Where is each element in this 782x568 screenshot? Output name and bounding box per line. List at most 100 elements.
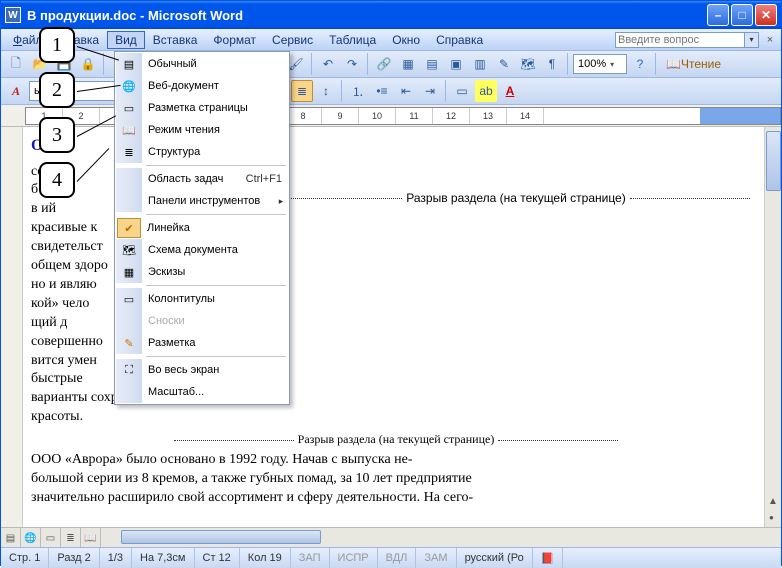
menu-item-web[interactable]: 🌐Веб-документ — [116, 75, 288, 97]
font-color-icon[interactable]: A — [499, 80, 521, 102]
vscroll-thumb[interactable] — [766, 131, 781, 191]
minimize-button[interactable]: – — [707, 4, 729, 26]
paragraph-2: ООО «Аврора» было основано в 1992 году. … — [31, 451, 761, 508]
menubar-close-icon[interactable]: × — [763, 33, 777, 47]
ask-a-question[interactable]: ▾ × — [615, 32, 777, 48]
zoom-combo[interactable]: 100%▾ — [573, 54, 627, 74]
reading-view-button[interactable]: 📖 — [81, 528, 101, 547]
ask-input[interactable] — [615, 32, 745, 48]
horizontal-scrollbar[interactable] — [101, 528, 764, 547]
status-trk[interactable]: ИСПР — [330, 548, 378, 568]
menu-view[interactable]: Вид — [107, 31, 145, 49]
fullscreen-icon: ⛶ — [116, 359, 142, 381]
menu-help[interactable]: Справка — [428, 31, 491, 49]
headerfooter-icon: ▭ — [116, 288, 142, 310]
reading-layout-button[interactable]: 📖 Чтение — [661, 53, 726, 75]
ask-dropdown-icon[interactable]: ▾ — [745, 32, 759, 48]
menu-item-outline[interactable]: ≣ Структура — [116, 141, 288, 163]
menu-item-label: Разметка страницы — [148, 102, 288, 114]
menu-item-thumbnails[interactable]: ▦ Эскизы — [116, 261, 288, 283]
menu-item-toolbars[interactable]: Панели инструментов ▸ — [116, 190, 288, 212]
columns-icon[interactable]: ▥ — [469, 53, 491, 75]
menu-table[interactable]: Таблица — [321, 31, 384, 49]
ruler-tick: 14 — [507, 108, 544, 124]
insert-table-icon[interactable]: ▤ — [421, 53, 443, 75]
word-app-icon: W — [5, 7, 21, 23]
menubar: Файл Правка Вид Вставка Формат Сервис Та… — [1, 29, 781, 51]
highlight-icon[interactable]: ab — [475, 80, 497, 102]
menu-format[interactable]: Формат — [205, 31, 264, 49]
normal-view-button[interactable]: ▤ — [1, 528, 21, 547]
menu-item-ruler[interactable]: ✔ Линейка — [116, 217, 288, 239]
status-line: Ст 12 — [195, 548, 240, 568]
browse-object-icon[interactable]: ● — [769, 513, 774, 522]
undo-icon[interactable]: ↶ — [317, 53, 339, 75]
menu-tools[interactable]: Сервис — [264, 31, 321, 49]
section-break: Разрыв раздела (на текущей странице) — [31, 431, 761, 447]
view-menu-dropdown: ▤Обычный🌐Веб-документ▭Разметка страницы📖… — [114, 51, 290, 405]
bulleted-list-icon[interactable]: •≡ — [371, 80, 393, 102]
status-ovr[interactable]: ЗАМ — [416, 548, 456, 568]
numbered-list-icon[interactable]: ⒈ — [347, 80, 369, 102]
page-icon: ▭ — [116, 97, 142, 119]
redo-icon[interactable]: ↷ — [341, 53, 363, 75]
menu-item-label: Режим чтения — [148, 124, 288, 136]
align-justify-icon[interactable]: ≣ — [291, 80, 313, 102]
hyperlink-icon[interactable]: 🔗 — [373, 53, 395, 75]
browse-object-up-icon[interactable]: ▲ — [768, 496, 778, 507]
app-window: W В продукции.doc - Microsoft Word – □ ✕… — [0, 0, 782, 566]
permission-icon[interactable]: 🔒 — [77, 53, 99, 75]
outline-icon: ≣ — [116, 141, 142, 163]
ruler-tick: 12 — [433, 108, 470, 124]
thumbnails-icon: ▦ — [116, 261, 142, 283]
menu-item-headerfooter[interactable]: ▭ Колонтитулы — [116, 288, 288, 310]
drawing-icon[interactable]: ✎ — [493, 53, 515, 75]
web-view-button[interactable]: 🌐 — [21, 528, 41, 547]
outline-view-button[interactable]: ≣ — [61, 528, 81, 547]
status-book-icon[interactable]: 📕 — [533, 548, 564, 568]
statusbar: Стр. 1 Разд 2 1/3 На 7,3см Ст 12 Кол 19 … — [1, 547, 781, 568]
ruler-tick: 9 — [322, 108, 359, 124]
status-lang[interactable]: русский (Ро — [457, 548, 533, 568]
line-spacing-icon[interactable]: ↕ — [315, 80, 337, 102]
blank-icon — [116, 381, 142, 403]
docmap-menu-icon: 🗺 — [116, 239, 142, 261]
status-ext[interactable]: ВДЛ — [378, 548, 417, 568]
print-layout-view-button[interactable]: ▭ — [41, 528, 61, 547]
menu-item-normal[interactable]: ▤Обычный — [116, 53, 288, 75]
menu-insert[interactable]: Вставка — [145, 31, 206, 49]
excel-icon[interactable]: ▣ — [445, 53, 467, 75]
styles-icon[interactable]: A — [5, 80, 27, 102]
markup-icon: ✎ — [116, 332, 142, 354]
help-icon[interactable]: ? — [629, 53, 651, 75]
ruler-tick: 8 — [285, 108, 322, 124]
docmap-icon[interactable]: 🗺 — [517, 53, 539, 75]
menu-item-footnotes: Сноски — [116, 310, 288, 332]
menu-item-page[interactable]: ▭ Разметка страницы — [116, 97, 288, 119]
borders-icon[interactable]: ▭ — [451, 80, 473, 102]
new-doc-icon[interactable]: 🗋 — [5, 53, 27, 75]
status-rec[interactable]: ЗАП — [291, 548, 330, 568]
vertical-scrollbar[interactable]: ▲ ● ▼ — [764, 127, 781, 547]
status-at: На 7,3см — [132, 548, 194, 568]
close-button[interactable]: ✕ — [755, 4, 777, 26]
menu-item-label: Структура — [148, 146, 288, 158]
maximize-button[interactable]: □ — [731, 4, 753, 26]
menu-item-fullscreen[interactable]: ⛶ Во весь экран — [116, 359, 288, 381]
menu-item-markup[interactable]: ✎ Разметка — [116, 332, 288, 354]
menu-item-read[interactable]: 📖Режим чтения — [116, 119, 288, 141]
increase-indent-icon[interactable]: ⇥ — [419, 80, 441, 102]
menu-item-zoom[interactable]: Масштаб... — [116, 381, 288, 403]
left-margin — [1, 127, 23, 547]
hscroll-thumb[interactable] — [121, 530, 321, 544]
ruler-tick: 13 — [470, 108, 507, 124]
menu-item-taskpane[interactable]: Область задач Ctrl+F1 — [116, 168, 288, 190]
menu-item-docmap[interactable]: 🗺 Схема документа — [116, 239, 288, 261]
show-marks-icon[interactable]: ¶ — [541, 53, 563, 75]
callout-2: 2 — [39, 72, 75, 108]
menu-window[interactable]: Окно — [384, 31, 428, 49]
decrease-indent-icon[interactable]: ⇤ — [395, 80, 417, 102]
callout-4: 4 — [39, 162, 75, 198]
tables-borders-icon[interactable]: ▦ — [397, 53, 419, 75]
status-page: Стр. 1 — [1, 548, 49, 568]
